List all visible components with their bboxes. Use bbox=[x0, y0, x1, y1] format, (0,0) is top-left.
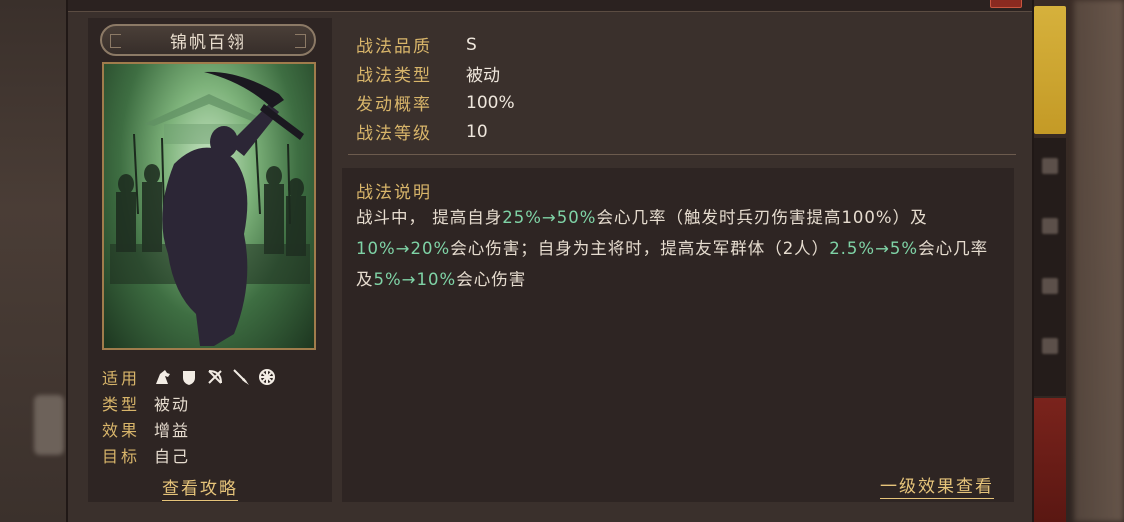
meta-row-applicable: 适用 bbox=[102, 364, 322, 390]
stat-row: 发动概率 100% bbox=[356, 88, 1016, 117]
spear-icon bbox=[232, 368, 250, 386]
side-glyph bbox=[1042, 338, 1058, 354]
stat-row: 战法等级 10 bbox=[356, 117, 1016, 146]
desc-segment: 会心伤害；自身为主将时，提高友军群体（2人） bbox=[450, 239, 830, 258]
desc-highlight: 2.5%→5% bbox=[829, 239, 919, 258]
skill-card-column: 锦帆百翎 适用 类型 被动 效果 增益 目标 自己 查看攻略 bbox=[88, 18, 332, 502]
level-one-effect-link[interactable]: 一级效果查看 bbox=[880, 472, 994, 499]
background-right bbox=[1034, 0, 1124, 522]
stats-divider bbox=[348, 154, 1016, 155]
desc-segment: 会心几率（触发时兵刃伤害提高100%）及 bbox=[596, 208, 928, 227]
side-tab-gold[interactable] bbox=[1034, 6, 1066, 134]
troop-icons bbox=[154, 368, 276, 386]
shield-icon bbox=[180, 368, 198, 386]
skill-portrait bbox=[102, 62, 316, 350]
meta-key-target: 目标 bbox=[102, 447, 141, 466]
background-edge bbox=[1074, 0, 1124, 522]
stat-row: 战法品质 S bbox=[356, 30, 1016, 59]
desc-highlight: 5%→10% bbox=[373, 270, 457, 289]
panel-title-bar bbox=[68, 0, 1032, 12]
skill-detail-panel: 锦帆百翎 适用 类型 被动 效果 增益 目标 自己 查看攻略 战法品质 S 战法… bbox=[66, 0, 1034, 522]
side-glyph bbox=[1042, 158, 1058, 174]
skill-portrait-art bbox=[110, 71, 310, 346]
meta-key-type: 类型 bbox=[102, 395, 141, 414]
cavalry-icon bbox=[154, 368, 172, 386]
stat-key-type: 战法类型 bbox=[356, 66, 432, 86]
desc-segment: 战斗中， 提高自身 bbox=[356, 208, 503, 227]
meta-val-effect: 增益 bbox=[154, 421, 191, 440]
background-left bbox=[0, 0, 66, 522]
meta-key-applicable: 适用 bbox=[102, 369, 141, 388]
skill-name: 锦帆百翎 bbox=[170, 32, 246, 53]
stat-val-quality: S bbox=[466, 34, 477, 55]
stat-val-type: 被动 bbox=[466, 66, 500, 86]
skill-meta: 适用 类型 被动 效果 增益 目标 自己 bbox=[102, 364, 322, 468]
side-glyph bbox=[1042, 218, 1058, 234]
stat-key-quality: 战法品质 bbox=[356, 37, 432, 57]
stat-key-level: 战法等级 bbox=[356, 124, 432, 144]
desc-highlight: 25%→50% bbox=[502, 208, 597, 227]
meta-val-target: 自己 bbox=[154, 447, 191, 466]
stat-val-probability: 100% bbox=[466, 92, 515, 113]
description-text: 战斗中， 提高自身25%→50%会心几率（触发时兵刃伤害提高100%）及 10%→… bbox=[356, 202, 996, 295]
stat-key-probability: 发动概率 bbox=[356, 95, 432, 115]
vehicle-icon bbox=[258, 368, 276, 386]
skill-name-plate: 锦帆百翎 bbox=[100, 24, 316, 56]
side-tab-red[interactable] bbox=[1034, 398, 1066, 522]
meta-val-type: 被动 bbox=[154, 395, 191, 414]
close-button[interactable] bbox=[990, 0, 1022, 8]
skill-stats: 战法品质 S 战法类型 被动 发动概率 100% 战法等级 10 bbox=[356, 30, 1016, 146]
desc-highlight: 10%→20% bbox=[356, 239, 451, 258]
skill-description-box: 战法说明 战斗中， 提高自身25%→50%会心几率（触发时兵刃伤害提高100%）… bbox=[342, 168, 1014, 502]
side-glyph bbox=[1042, 278, 1058, 294]
stat-row: 战法类型 被动 bbox=[356, 59, 1016, 88]
meta-row-type: 类型 被动 bbox=[102, 390, 322, 416]
description-title: 战法说明 bbox=[356, 183, 432, 203]
side-tab-dark[interactable] bbox=[1034, 138, 1066, 396]
meta-row-effect: 效果 增益 bbox=[102, 416, 322, 442]
meta-row-target: 目标 自己 bbox=[102, 442, 322, 468]
bow-icon bbox=[206, 368, 224, 386]
background-smudge bbox=[34, 395, 64, 455]
desc-segment: 会心伤害 bbox=[456, 270, 527, 289]
stat-val-level: 10 bbox=[466, 121, 488, 142]
view-guide-link[interactable]: 查看攻略 bbox=[162, 474, 238, 501]
meta-key-effect: 效果 bbox=[102, 421, 141, 440]
